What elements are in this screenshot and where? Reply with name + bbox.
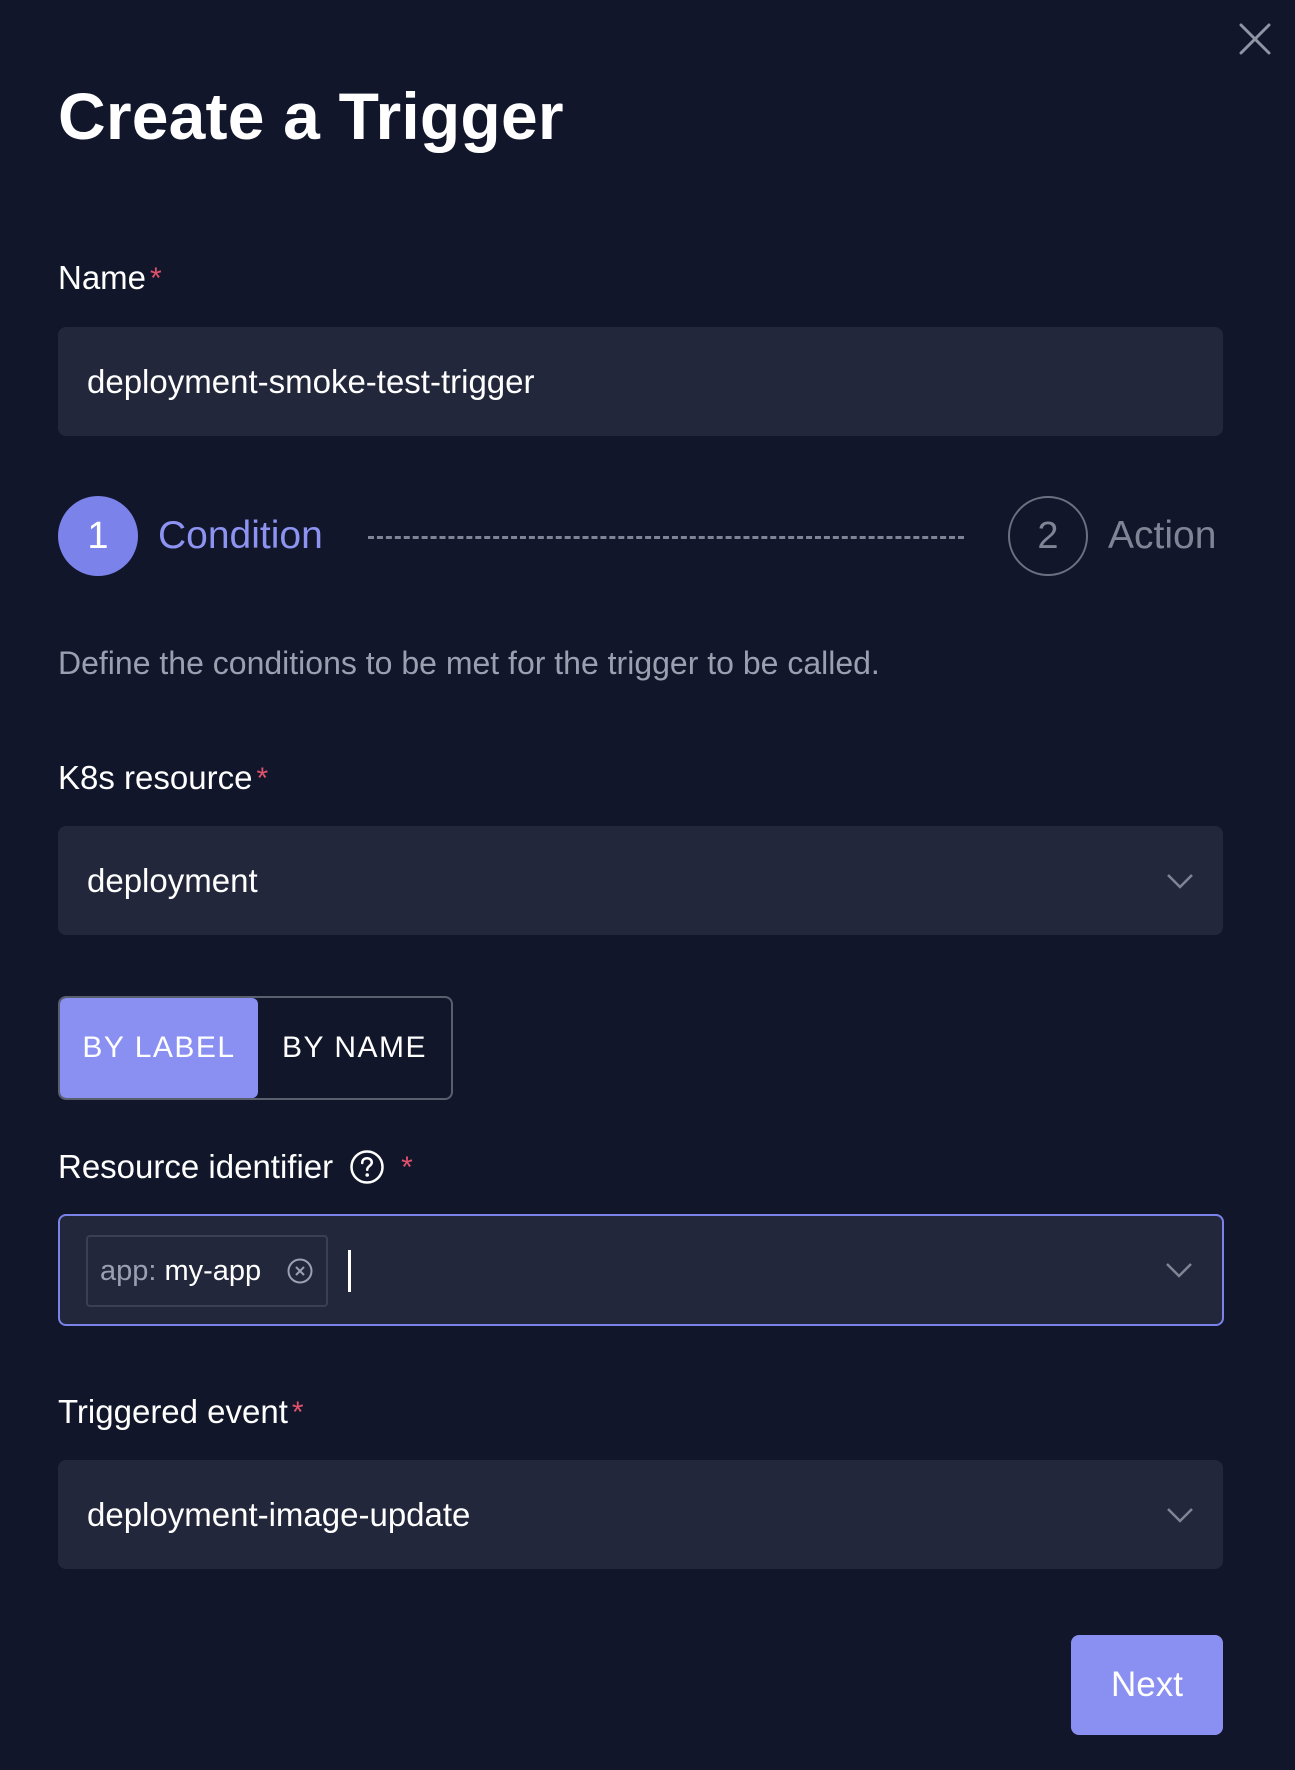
close-button[interactable]	[1236, 20, 1274, 58]
label-tag: app: my-app	[86, 1235, 328, 1307]
name-label-text: Name	[58, 259, 147, 296]
help-circle-icon[interactable]	[349, 1149, 385, 1185]
triggered-event-label: Triggered event *	[58, 1392, 304, 1432]
chevron-down-icon	[1167, 1507, 1193, 1523]
k8s-resource-value: deployment	[87, 861, 258, 899]
create-trigger-dialog: Create a Trigger Name * deployment-smoke…	[0, 0, 1295, 1770]
remove-tag-icon[interactable]	[286, 1257, 314, 1285]
required-asterisk: *	[256, 762, 269, 795]
chevron-down-icon[interactable]	[1164, 1260, 1194, 1280]
text-cursor	[348, 1250, 351, 1292]
tag-value: my-app	[164, 1254, 262, 1287]
resource-identifier-label-text: Resource identifier	[58, 1148, 334, 1185]
triggered-event-label-text: Triggered event	[58, 1393, 288, 1430]
k8s-resource-select[interactable]: deployment	[58, 826, 1223, 935]
triggered-event-select[interactable]: deployment-image-update	[58, 1460, 1223, 1569]
required-asterisk: *	[150, 262, 162, 295]
triggered-event-value: deployment-image-update	[87, 1495, 471, 1533]
chevron-down-icon	[1167, 873, 1193, 889]
name-input[interactable]: deployment-smoke-test-trigger	[58, 327, 1223, 436]
dialog-title: Create a Trigger	[58, 79, 564, 153]
close-icon[interactable]	[1236, 20, 1274, 58]
required-asterisk: *	[401, 1151, 413, 1184]
step-2-label: Action	[1108, 514, 1217, 557]
by-name-button[interactable]: BY NAME	[258, 998, 451, 1098]
step-connector-line	[368, 536, 964, 539]
k8s-resource-label-text: K8s resource	[58, 759, 253, 796]
resource-identifier-label: Resource identifier *	[58, 1147, 413, 1187]
identifier-mode-toggle: BY LABEL BY NAME	[58, 996, 453, 1100]
step-description: Define the conditions to be met for the …	[58, 645, 880, 681]
next-button[interactable]: Next	[1071, 1635, 1223, 1735]
required-asterisk: *	[291, 1396, 304, 1429]
step-1-label: Condition	[158, 514, 323, 557]
stepper: 1 Condition 2 Action	[58, 496, 1223, 576]
name-field-label: Name *	[58, 258, 162, 298]
name-input-value: deployment-smoke-test-trigger	[87, 362, 535, 400]
by-label-button[interactable]: BY LABEL	[60, 998, 258, 1098]
k8s-resource-label: K8s resource *	[58, 758, 268, 798]
step-1-circle: 1	[58, 496, 138, 576]
tag-key: app:	[100, 1254, 157, 1287]
resource-identifier-input[interactable]: app: my-app	[58, 1214, 1224, 1326]
step-2-circle: 2	[1008, 496, 1088, 576]
